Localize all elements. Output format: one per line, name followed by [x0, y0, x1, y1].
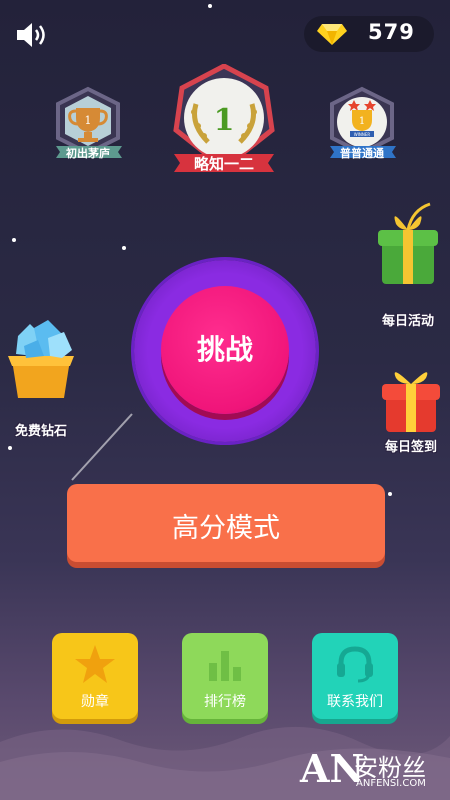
bar-chart-icon: [209, 651, 241, 681]
speaker-icon[interactable]: [14, 20, 50, 50]
daily-signin-button[interactable]: 每日签到: [376, 364, 446, 458]
badge-average[interactable]: 1 WINNER 普普通通: [322, 86, 402, 166]
star-icon: [75, 645, 115, 683]
contact-us-label: 联系我们: [327, 694, 383, 710]
badge-label: 普普通通: [340, 147, 384, 160]
shooting-star: [71, 413, 133, 481]
diamond-box-icon: [8, 320, 74, 398]
svg-text:1: 1: [359, 116, 365, 127]
badge-label: 初出茅庐: [66, 147, 110, 160]
star-dot: [12, 238, 16, 242]
medals-label: 勋章: [81, 694, 109, 710]
free-diamonds-label: 免费钻石: [14, 424, 67, 439]
contact-us-button[interactable]: 联系我们: [312, 633, 398, 719]
star-dot: [8, 446, 12, 450]
headset-icon: [337, 646, 373, 683]
daily-activity-label: 每日活动: [381, 314, 434, 329]
star-dot: [208, 4, 212, 8]
green-gift-icon: [378, 202, 438, 284]
svg-text:WINNER: WINNER: [354, 132, 371, 137]
svg-text:1: 1: [85, 114, 92, 127]
badge-label: 略知一二: [193, 155, 254, 173]
medals-button[interactable]: 勋章: [52, 633, 138, 719]
watermark: AN 安粉丝 ANFENSI.COM: [300, 746, 442, 794]
star-dot: [388, 492, 392, 496]
high-score-mode-label: 高分模式: [172, 513, 280, 544]
leaderboard-label: 排行榜: [204, 694, 246, 710]
leaderboard-button[interactable]: 排行榜: [182, 633, 268, 719]
star-dot: [122, 246, 126, 250]
diamond-counter: 579: [304, 16, 434, 52]
high-score-mode-button[interactable]: 高分模式: [67, 484, 385, 562]
badge-current-rank[interactable]: 1 略知一二: [168, 63, 280, 184]
red-gift-icon: [382, 372, 440, 432]
daily-signin-label: 每日签到: [384, 440, 437, 455]
badge-beginner[interactable]: 1 初出茅庐: [48, 86, 128, 166]
svg-text:1: 1: [214, 103, 235, 138]
diamond-count: 579: [368, 20, 415, 44]
challenge-label: 挑战: [196, 333, 253, 366]
free-diamonds-button[interactable]: 免费钻石: [4, 316, 78, 442]
daily-activity-button[interactable]: 每日活动: [372, 200, 444, 330]
watermark-url: ANFENSI.COM: [356, 778, 426, 789]
diamond-icon: [317, 24, 347, 45]
sound-button[interactable]: [14, 20, 50, 50]
